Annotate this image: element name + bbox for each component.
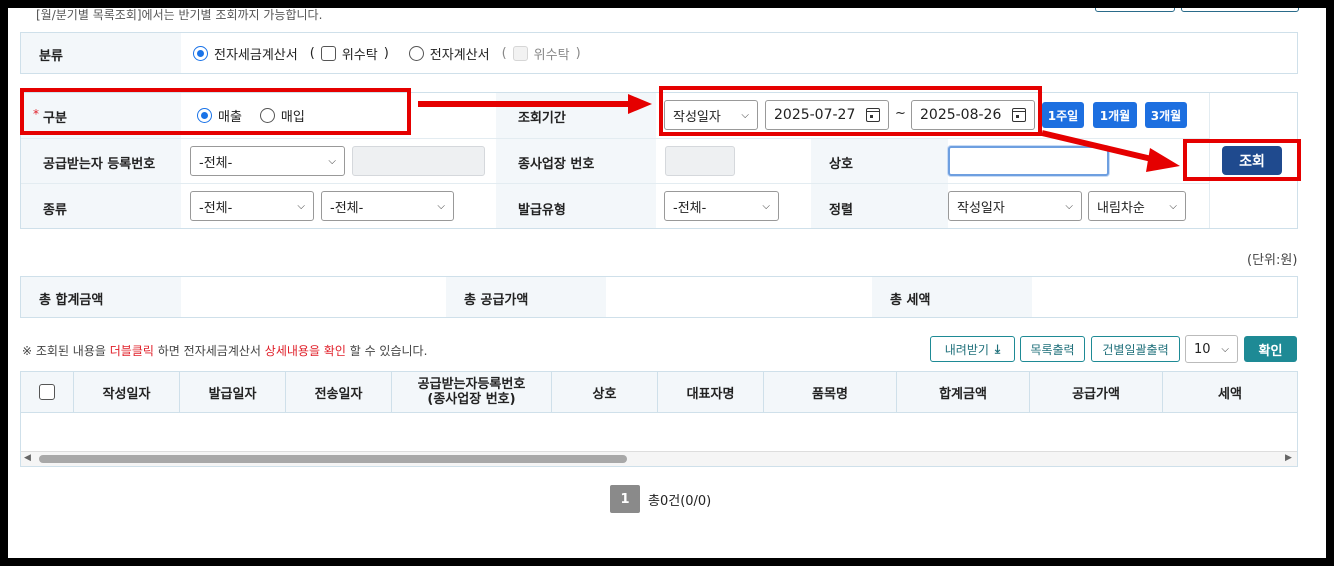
scroll-right-icon[interactable]: ▶: [1285, 453, 1292, 463]
arrow-line-2: [1041, 130, 1157, 163]
chevron-down-icon: ⌵: [1221, 343, 1229, 355]
page: [월/분기별 목록조회]에서는 반기별 조회까지 가능합니다. 분류 전자세금계…: [8, 8, 1326, 558]
result-table: 작성일자 발급일자 전송일자 공급받는자등록번호 (종사업장 번호) 상호 대표…: [20, 371, 1298, 467]
hint-detail: 상세내용을 확인: [264, 344, 346, 358]
col-send-date[interactable]: 전송일자: [286, 372, 392, 412]
totals-row: 총 합계금액 총 공급가액 총 세액: [20, 276, 1298, 318]
arrow-head-2: [1146, 148, 1180, 172]
hint-mid: 하면 전자세금계산서: [157, 344, 261, 358]
hint-double-click: 더블클릭: [109, 344, 154, 358]
scroll-left-icon[interactable]: ◀: [24, 453, 31, 463]
total-supply-label: 총 공급가액: [464, 293, 529, 308]
col-company[interactable]: 상호: [552, 372, 658, 412]
col-total-amount[interactable]: 합계금액: [897, 372, 1030, 412]
hint-prefix: ※ 조회된 내용을: [22, 344, 106, 358]
hint-text: ※ 조회된 내용을 더블클릭 하면 전자세금계산서 상세내용을 확인 할 수 있…: [22, 342, 427, 359]
col-buyer-reg-no[interactable]: 공급받는자등록번호 (종사업장 번호): [392, 372, 552, 412]
page-size-value: 10: [1194, 341, 1211, 357]
col-write-date[interactable]: 작성일자: [74, 372, 180, 412]
table-header: 작성일자 발급일자 전송일자 공급받는자등록번호 (종사업장 번호) 상호 대표…: [21, 372, 1297, 413]
col-tax-amount[interactable]: 세액: [1163, 372, 1297, 412]
page-1-button[interactable]: 1: [610, 485, 640, 513]
download-label: 내려받기: [944, 342, 989, 357]
horizontal-scrollbar[interactable]: ◀ ▶: [21, 451, 1297, 466]
col-issue-date[interactable]: 발급일자: [180, 372, 286, 412]
total-sum-label: 총 합계금액: [39, 293, 104, 308]
download-icon: ⤓: [994, 341, 1001, 356]
print-list-button[interactable]: 목록출력: [1020, 336, 1085, 362]
unit-text: (단위:원): [1247, 253, 1298, 268]
pager-summary: 총0건(0/0): [648, 494, 712, 509]
col-ceo-name[interactable]: 대표자명: [658, 372, 764, 412]
select-all-checkbox[interactable]: [39, 384, 55, 400]
arrow-head-1: [628, 94, 652, 114]
col-supply-amount[interactable]: 공급가액: [1030, 372, 1163, 412]
download-button[interactable]: 내려받기 ⤓: [930, 336, 1015, 362]
page-size-select[interactable]: 10 ⌵: [1185, 335, 1238, 363]
scrollbar-thumb[interactable]: [39, 455, 627, 463]
confirm-button[interactable]: 확인: [1244, 336, 1297, 362]
hint-suffix: 할 수 있습니다.: [349, 344, 428, 358]
select-all-cell: [21, 372, 74, 412]
total-tax-label: 총 세액: [890, 293, 931, 308]
col-item-name[interactable]: 품목명: [764, 372, 897, 412]
batch-print-button[interactable]: 건별일괄출력: [1091, 336, 1180, 362]
